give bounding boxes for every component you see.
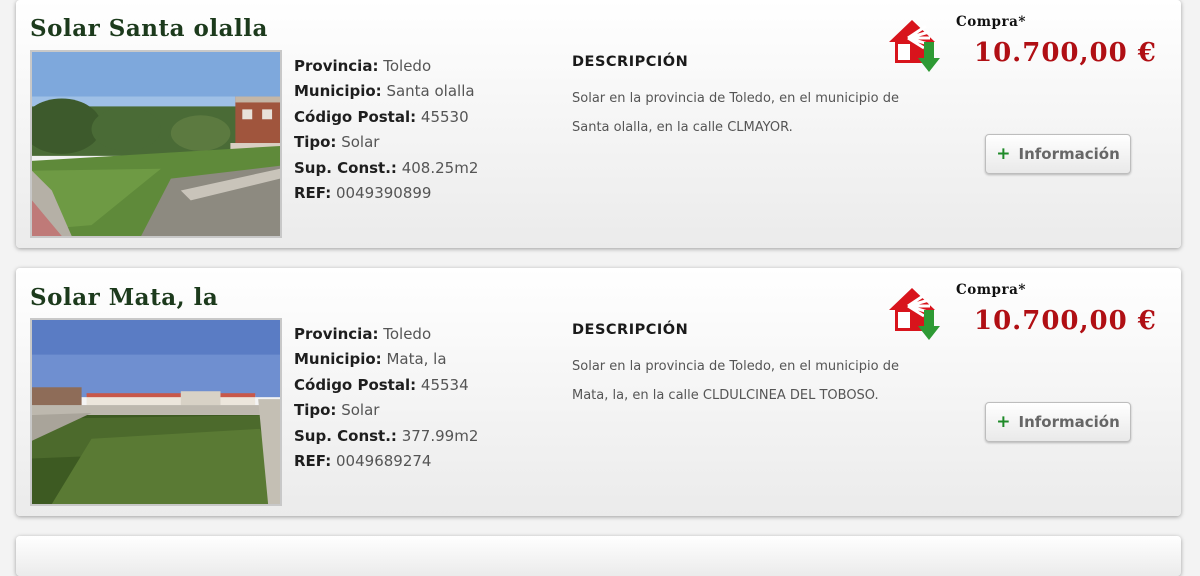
property-photo[interactable] (30, 50, 282, 238)
more-info-label: Información (1018, 145, 1120, 163)
listing-title[interactable]: Solar Santa olalla (30, 15, 268, 42)
listing-card (16, 536, 1181, 576)
plus-icon: + (996, 144, 1011, 164)
listing-card: Solar Mata, la Provincia: Toledo Municip… (16, 268, 1181, 516)
plus-icon: + (996, 412, 1011, 432)
property-specs: Provincia: Toledo Municipio: Santa olall… (294, 54, 478, 206)
more-info-button[interactable]: + Información (985, 134, 1131, 174)
more-info-label: Información (1018, 413, 1120, 431)
spec-ref: REF: 0049689274 (294, 451, 432, 470)
bank-house-logo-icon (889, 20, 940, 72)
property-photo[interactable] (30, 318, 282, 506)
bank-house-logo-icon (889, 288, 940, 340)
purchase-label: Compra* (956, 282, 1026, 298)
spec-provincia: Provincia: Toledo (294, 325, 432, 343)
spec-tipo: Tipo: Solar (294, 401, 380, 420)
spec-municipio: Municipio: Santa olalla (294, 82, 475, 101)
spec-superficie: Sup. Const.: 408.25m2 (294, 158, 479, 177)
description-heading: DESCRIPCIÓN (572, 322, 689, 338)
spec-municipio: Municipio: Mata, la (294, 350, 447, 369)
more-info-button[interactable]: + Información (985, 402, 1131, 442)
spec-codigo-postal: Código Postal: 45534 (294, 375, 469, 394)
purchase-label: Compra* (956, 14, 1026, 30)
price: 10.700,00 € (974, 38, 1157, 68)
spec-tipo: Tipo: Solar (294, 133, 380, 152)
price: 10.700,00 € (974, 306, 1157, 336)
description-text: Solar en la provincia de Toledo, en el m… (572, 91, 899, 135)
spec-provincia: Provincia: Toledo (294, 57, 432, 75)
spec-superficie: Sup. Const.: 377.99m2 (294, 426, 479, 445)
listing-title[interactable]: Solar Mata, la (30, 284, 218, 311)
description-text: Solar en la provincia de Toledo, en el m… (572, 359, 899, 403)
description-heading: DESCRIPCIÓN (572, 54, 689, 70)
spec-codigo-postal: Código Postal: 45530 (294, 107, 469, 126)
property-specs: Provincia: Toledo Municipio: Mata, la Có… (294, 322, 478, 474)
spec-ref: REF: 0049390899 (294, 183, 432, 202)
listing-card: Solar Santa olalla Provincia: Toledo Mun… (16, 0, 1181, 248)
